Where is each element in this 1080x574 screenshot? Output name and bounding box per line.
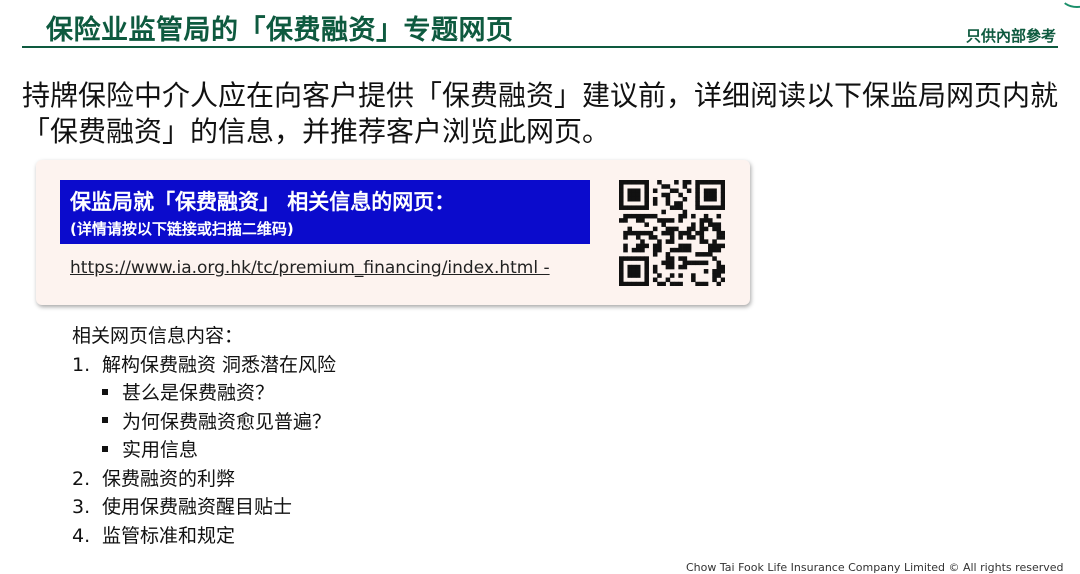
list-item: 4. 监管标准和规定 — [72, 522, 336, 551]
list-item-label: 解构保费融资 洞悉潜在风险 — [102, 353, 337, 376]
info-box: 保监局就「保费融资」 相关信息的网页： (详情请按以下链接或扫描二维码) htt… — [36, 160, 750, 305]
intro-paragraph: 持牌保险中介人应在向客户提供「保费融资」建议前，详细阅读以下保监局网页内就「保费… — [22, 79, 1059, 148]
contents-section: 相关网页信息内容： 1. 解构保费融资 洞悉潜在风险 甚么是保费融资？ 为何保费融… — [72, 322, 336, 550]
qr-code[interactable] — [619, 180, 725, 286]
bullet-icon — [102, 445, 108, 452]
list-item-label: 使用保费融资醒目贴士 — [102, 496, 293, 518]
header-divider — [22, 46, 1058, 48]
sub-list-item: 实用信息 — [72, 436, 336, 465]
contents-heading: 相关网页信息内容： — [72, 325, 244, 347]
qr-code-image — [619, 180, 725, 286]
ia-premium-financing-link[interactable]: https://www.ia.org.hk/tc/premium_financi… — [70, 258, 550, 278]
sub-list-item: 甚么是保费融资？ — [72, 379, 336, 408]
banner-subtitle: (详情请按以下链接或扫描二维码) — [70, 220, 294, 238]
banner-title: 保监局就「保费融资」 相关信息的网页： — [70, 190, 456, 214]
page-title: 保险业监管局的「保费融资」专题网页 — [46, 15, 514, 46]
sub-list-item: 为何保费融资愈见普遍？ — [72, 408, 336, 437]
list-item-number: 1. — [72, 353, 91, 376]
sub-list-item-label: 甚么是保费融资？ — [122, 382, 275, 404]
copyright-footer: Chow Tai Fook Life Insurance Company Lim… — [686, 561, 1064, 574]
corner-accent — [1060, 0, 1080, 8]
list-item-number: 4. — [72, 524, 91, 547]
internal-use-note: 只供內部參考 — [965, 27, 1056, 45]
info-banner: 保监局就「保费融资」 相关信息的网页： (详情请按以下链接或扫描二维码) — [60, 180, 590, 244]
sub-list-item-label: 为何保费融资愈见普遍？ — [122, 410, 332, 433]
list-item-number: 3. — [72, 496, 91, 518]
list-item-label: 监管标准和规定 — [102, 524, 236, 547]
bullet-icon — [102, 417, 108, 423]
list-item: 2. 保费融资的利弊 — [72, 465, 336, 494]
list-item-label: 保费融资的利弊 — [102, 467, 236, 490]
sub-list-item-label: 实用信息 — [122, 439, 199, 461]
list-item: 1. 解构保费融资 洞悉潜在风险 — [72, 351, 336, 380]
list-item-number: 2. — [72, 467, 91, 490]
bullet-icon — [102, 388, 108, 395]
list-item: 3. 使用保费融资醒目贴士 — [72, 493, 336, 522]
